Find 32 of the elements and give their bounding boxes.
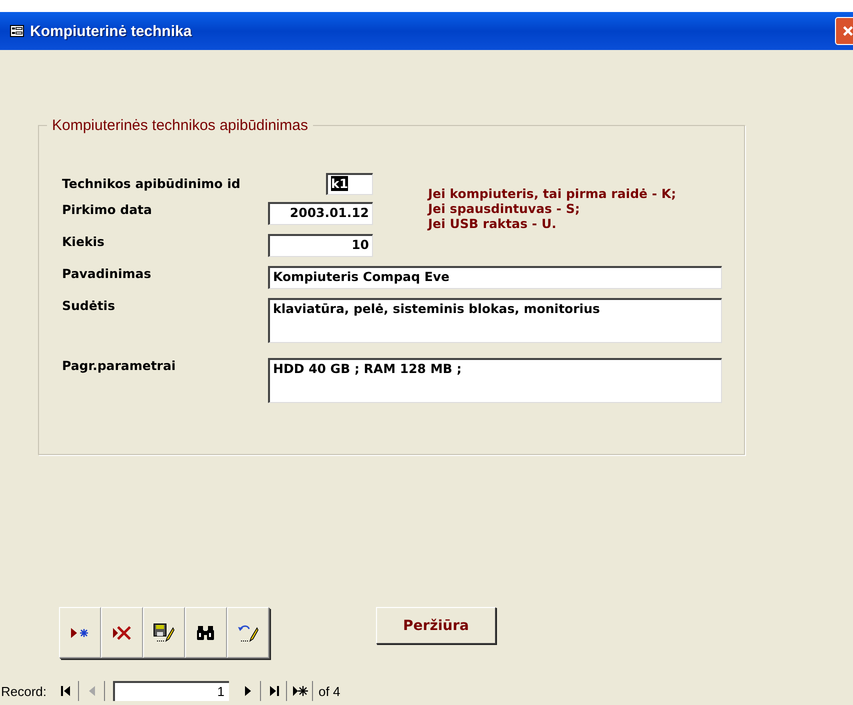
save-button[interactable] <box>143 607 185 658</box>
field-label: Technikos apibūdinimo id <box>62 175 242 191</box>
record-count: of 4 <box>318 684 340 698</box>
text-field[interactable]: HDD 40 GB ; RAM 128 MB ; <box>268 358 722 403</box>
text-field[interactable]: k1 <box>326 173 373 195</box>
text-field[interactable]: klaviatūra, pelė, sisteminis blokas, monitorius <box>268 298 722 343</box>
record-number-field[interactable]: 1 <box>112 681 229 701</box>
record-label: Record: <box>1 684 47 698</box>
new-record-icon <box>292 685 309 697</box>
field-label: Sudėtis <box>62 298 116 313</box>
group-legend: Kompiuterinės technikos apibūdinimas <box>47 117 313 134</box>
delete-record-icon <box>112 626 132 640</box>
first-record-icon <box>60 685 72 697</box>
field-label: Pirkimo data <box>62 202 153 217</box>
save-icon <box>153 622 175 642</box>
binoculars-button[interactable] <box>185 607 227 658</box>
delete-record-button[interactable] <box>101 607 143 658</box>
hint-text: Jei kompiuteris, tai pirma raidė - K; Jei spausdintuvas - S; Jei USB raktas - U. <box>428 186 676 231</box>
undo-edit-button[interactable] <box>227 607 269 658</box>
binoculars-icon <box>196 624 216 640</box>
new-record-icon <box>70 626 90 638</box>
field-label: Kiekis <box>62 234 106 249</box>
preview-button[interactable]: Peržiūra <box>376 607 496 644</box>
text-field[interactable]: 2003.01.12 <box>268 202 373 225</box>
form-icon <box>10 25 24 37</box>
field-label: Pavadinimas <box>62 266 152 281</box>
text-field[interactable]: 10 <box>268 234 373 257</box>
window-title: Kompiuterinė technika <box>30 22 192 40</box>
field-label: Pagr.parametrai <box>62 358 177 373</box>
text-field[interactable]: Kompiuteris Compaq Eve <box>268 266 722 289</box>
undo-edit-icon <box>237 622 259 642</box>
last-record-icon <box>268 685 280 697</box>
